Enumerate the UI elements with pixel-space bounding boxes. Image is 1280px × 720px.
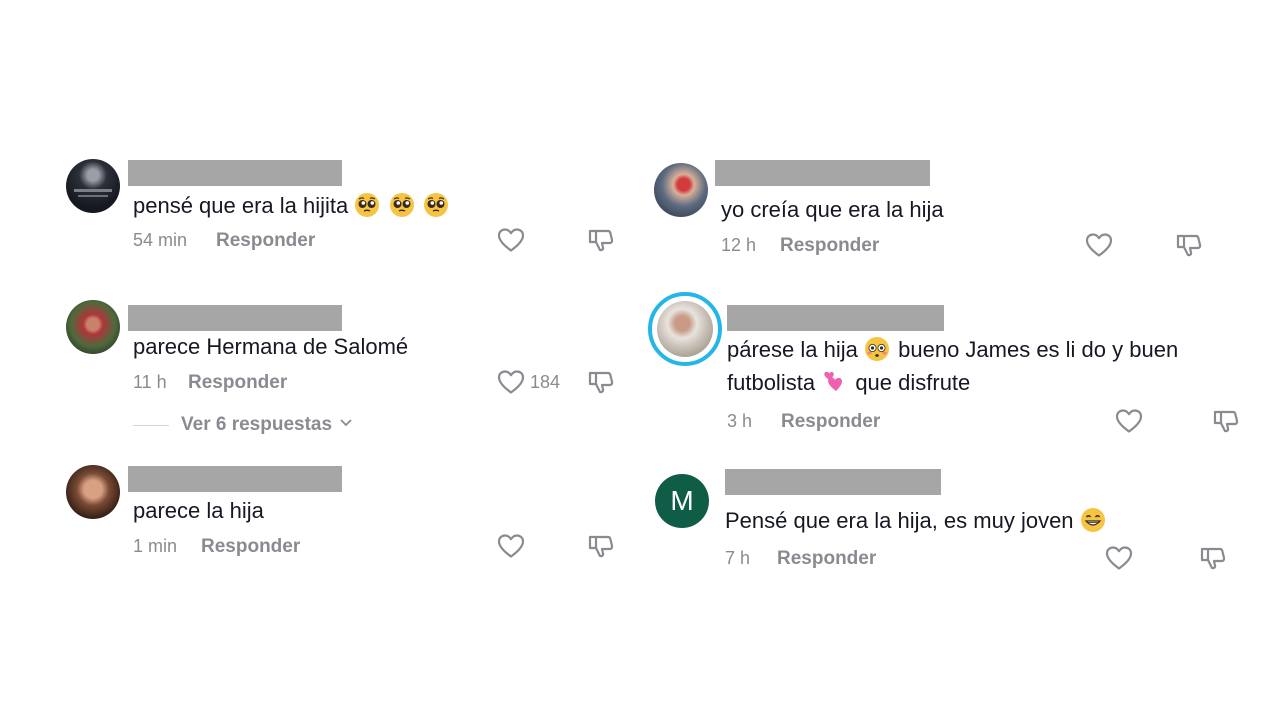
chevron-down-icon xyxy=(340,419,352,427)
two-hearts-icon xyxy=(821,369,847,395)
grinning-face-icon xyxy=(1080,507,1106,533)
view-replies-button[interactable]: Ver 6 respuestas xyxy=(181,414,353,436)
comment-timestamp: 54 min xyxy=(133,230,188,250)
avatar[interactable] xyxy=(66,465,120,519)
reply-button[interactable]: Responder xyxy=(216,230,315,252)
heart-icon[interactable] xyxy=(1104,543,1134,573)
flushed-face-icon xyxy=(864,336,890,362)
thread-divider xyxy=(133,425,169,426)
heart-icon[interactable] xyxy=(496,225,526,255)
dislike-icon[interactable] xyxy=(586,531,616,561)
username-redacted[interactable] xyxy=(715,160,930,186)
comment-text-content: futbolista xyxy=(727,370,816,395)
comment-timestamp: 12 h xyxy=(721,235,757,255)
avatar-letter: M xyxy=(670,485,694,516)
comment-timestamp: 7 h xyxy=(725,548,751,568)
comment-text-content: pensé que era la hijita xyxy=(133,193,349,218)
comment-text: párese la hija bueno James es li do y bu… xyxy=(727,333,1178,366)
like-count: 184 xyxy=(530,372,561,392)
pleading-face-icon xyxy=(423,192,449,218)
dislike-icon[interactable] xyxy=(1174,230,1204,260)
comment-text-content: párese la hija xyxy=(727,337,858,362)
avatar[interactable]: M xyxy=(655,474,709,528)
heart-icon[interactable] xyxy=(496,531,526,561)
comment-text-content: Pensé que era la hija, es muy joven xyxy=(725,508,1074,533)
comment-timestamp: 3 h xyxy=(727,411,753,431)
username-redacted[interactable] xyxy=(128,466,342,492)
reply-button[interactable]: Responder xyxy=(780,235,879,257)
comment-text: parece la hija xyxy=(133,498,264,523)
comment-timestamp: 1 min xyxy=(133,536,178,556)
username-redacted[interactable] xyxy=(128,305,342,331)
view-replies-label: Ver 6 respuestas xyxy=(181,414,333,435)
avatar[interactable] xyxy=(66,159,120,213)
avatar xyxy=(657,301,713,357)
comment-text-content: que disfrute xyxy=(855,370,971,395)
comment-text: pensé que era la hijita xyxy=(133,189,451,222)
story-ring[interactable] xyxy=(648,292,722,366)
pleading-face-icon xyxy=(354,192,380,218)
heart-icon[interactable] xyxy=(1114,406,1144,436)
reply-button[interactable]: Responder xyxy=(201,536,300,558)
username-redacted[interactable] xyxy=(727,305,944,331)
reply-button[interactable]: Responder xyxy=(777,548,876,570)
avatar[interactable] xyxy=(654,163,708,217)
reply-button[interactable]: Responder xyxy=(781,411,880,433)
comment-text: parece Hermana de Salomé xyxy=(133,334,409,359)
comment-text-content: bueno James es li do y buen xyxy=(898,337,1179,362)
reply-button[interactable]: Responder xyxy=(188,372,287,394)
dislike-icon[interactable] xyxy=(1198,543,1228,573)
username-redacted[interactable] xyxy=(128,160,342,186)
comment-text: futbolista que disfrute xyxy=(727,366,970,399)
pleading-face-icon xyxy=(389,192,415,218)
dislike-icon[interactable] xyxy=(1211,406,1241,436)
comment-text: yo creía que era la hija xyxy=(721,197,944,222)
avatar[interactable] xyxy=(66,300,120,354)
comment-text: Pensé que era la hija, es muy joven xyxy=(725,504,1108,537)
username-redacted[interactable] xyxy=(725,469,941,495)
dislike-icon[interactable] xyxy=(586,225,616,255)
dislike-icon[interactable] xyxy=(586,367,616,397)
heart-icon[interactable] xyxy=(496,367,526,397)
comment-timestamp: 11 h xyxy=(133,372,167,392)
heart-icon[interactable] xyxy=(1084,230,1114,260)
